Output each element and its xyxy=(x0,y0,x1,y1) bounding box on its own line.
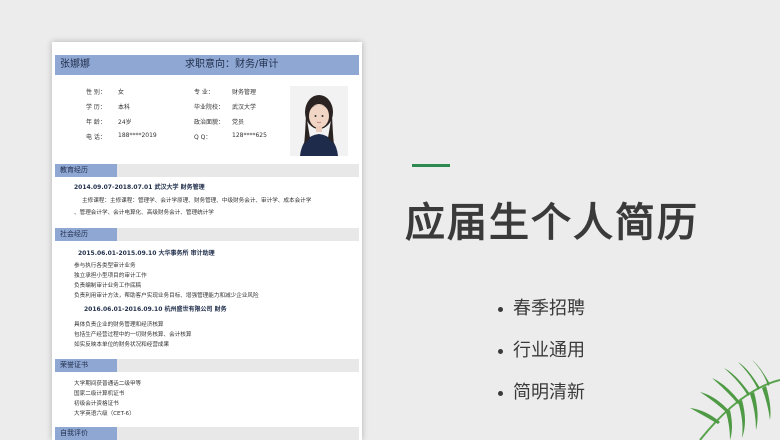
section-honors-title: 荣誉证书 xyxy=(55,359,117,372)
phone-label: 电 话： xyxy=(86,134,106,141)
certificate: 国家二级计算机证书 xyxy=(74,391,125,397)
bullet-text: 春季招聘 xyxy=(513,298,585,319)
job-duty: 负责利用审计方法，帮助客户实现业务目标、增强管理能力和减少企业风险 xyxy=(74,293,259,299)
school-label: 毕业院校： xyxy=(194,104,225,111)
gender-value: 女 xyxy=(118,89,125,96)
education-entry: 2014.09.07-2018.07.01 武汉大学 财务管理 xyxy=(74,184,205,191)
qq-label: Q Q： xyxy=(194,134,212,141)
resume-header: 张娜娜 求职意向：财务/审计 xyxy=(55,55,359,75)
bullet-item: 行业通用 xyxy=(498,336,585,362)
resume-preview: 张娜娜 求职意向：财务/审计 性 别： 女 学 历： 本科 年 龄： 24岁 电… xyxy=(52,42,362,440)
certificate: 大学英语六级（CET-6） xyxy=(74,411,135,417)
age-label: 年 龄： xyxy=(86,119,106,126)
bullet-text: 行业通用 xyxy=(513,340,585,361)
job-duty: 包括生产经营过程中的一切财务核算、会计核算 xyxy=(74,332,192,338)
job-duty: 负责编制审计业务工作底稿 xyxy=(74,283,142,289)
bullet-item: 简明清新 xyxy=(498,378,585,404)
bullet-item: 春季招聘 xyxy=(498,294,585,320)
certificate: 初级会计资格证书 xyxy=(74,401,119,407)
bullet-dot-icon xyxy=(498,348,503,354)
resume-intent: 求职意向：财务/审计 xyxy=(185,59,279,70)
certificate: 大学期间获普通话二级甲等 xyxy=(74,381,142,387)
edu-value: 本科 xyxy=(118,104,131,111)
phone-value: 188****2019 xyxy=(118,132,157,139)
qq-value: 128****625 xyxy=(232,132,267,139)
section-education-title: 教育经历 xyxy=(55,164,117,177)
job-duty: 参与执行各类型审计业务 xyxy=(74,263,136,269)
job-duty: 具体负责企业的财务管理和经济核算 xyxy=(74,322,164,328)
job-duty: 独立承担小型项目的审计工作 xyxy=(74,273,147,279)
profile-photo xyxy=(290,86,348,156)
job-entry-1: 2015.06.01-2015.09.10 大华事务所 审计助理 xyxy=(78,250,215,257)
palm-leaf-icon xyxy=(690,360,780,440)
section-social: 社会经历 xyxy=(55,228,359,241)
section-self: 自我评价 xyxy=(55,427,359,440)
bullet-text: 简明清新 xyxy=(513,382,585,403)
gender-label: 性 别： xyxy=(86,89,106,96)
edu-label: 学 历： xyxy=(86,104,106,111)
education-courses: 主修课程：主修课程：管理学、会计学原理、财务管理、中级财务会计、审计学、成本会计… xyxy=(82,198,312,204)
section-honors: 荣誉证书 xyxy=(55,359,359,372)
section-social-title: 社会经历 xyxy=(55,228,117,241)
politics-label: 政治面貌： xyxy=(194,119,225,126)
major-label: 专 业： xyxy=(194,89,214,96)
section-education: 教育经历 xyxy=(55,164,359,177)
resume-name: 张娜娜 xyxy=(60,59,90,70)
education-courses-cont: 、管理会计学、会计电算化、高级财务会计、管理统计学 xyxy=(74,210,214,216)
politics-value: 党员 xyxy=(232,119,245,126)
major-value: 财务管理 xyxy=(232,89,257,96)
section-self-title: 自我评价 xyxy=(55,427,117,440)
school-value: 武汉大学 xyxy=(232,104,257,111)
job-entry-2: 2016.06.01-2016.09.10 杭州盛世有限公司 财务 xyxy=(84,306,227,313)
accent-bar xyxy=(412,164,450,167)
promo-title: 应届生个人简历 xyxy=(405,200,699,246)
bullet-dot-icon xyxy=(498,306,503,312)
job-duty: 如实反映本单位的财务状况和经营成果 xyxy=(74,342,170,348)
age-value: 24岁 xyxy=(118,119,132,126)
bullet-dot-icon xyxy=(498,390,503,396)
